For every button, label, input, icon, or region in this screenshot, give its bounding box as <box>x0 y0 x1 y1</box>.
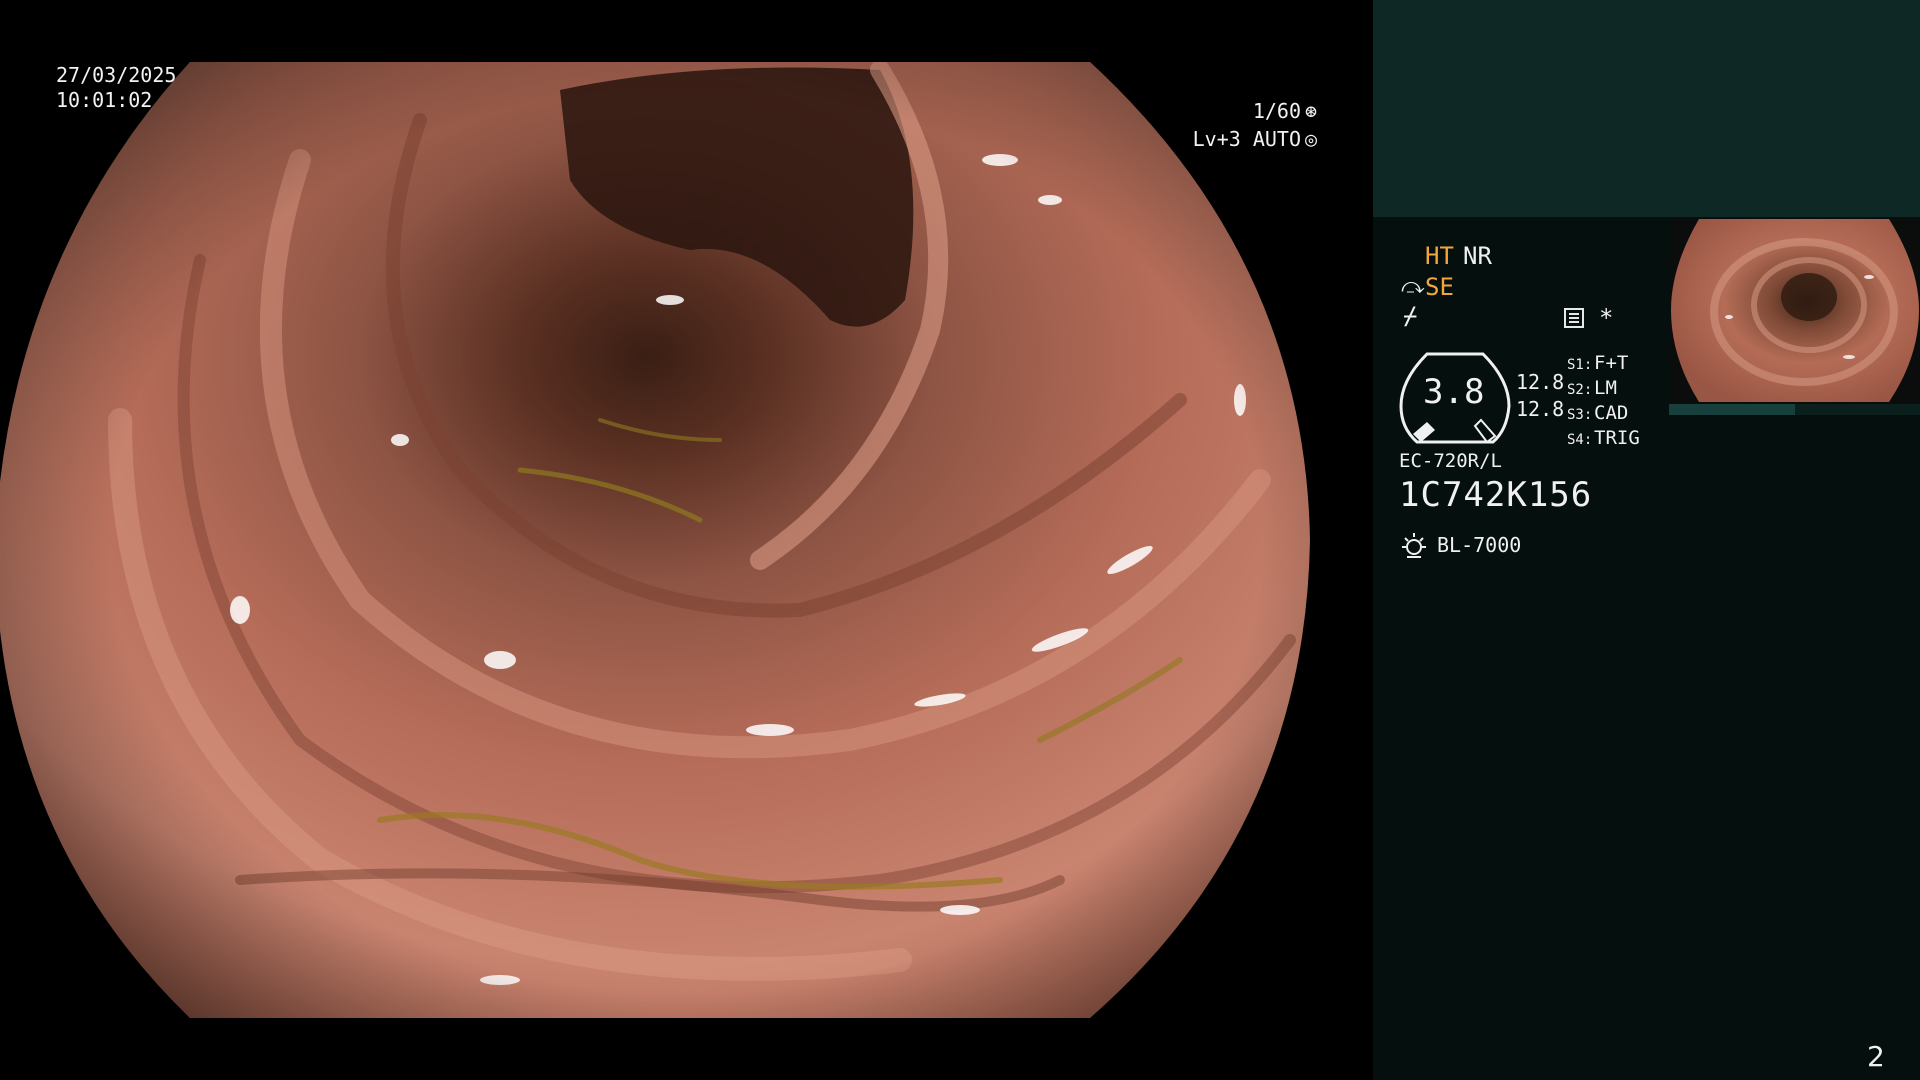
scope-model: EC-720R/L <box>1399 450 1502 472</box>
switch-3-key: S3: <box>1567 407 1593 423</box>
switch-1-key: S1: <box>1567 357 1593 373</box>
exam-time: 10:01:02 <box>56 88 153 112</box>
page-number: 2 <box>1867 1040 1885 1073</box>
gauge-reading-a: 12.8 <box>1516 370 1565 394</box>
endoscopy-screen: 27/03/2025 10:01:02 1/60 ⊛ Lv+3 AUTO ◎ H… <box>0 0 1920 1080</box>
shutter-speed-value: 1/60 <box>1252 99 1301 123</box>
switch-2-key: S2: <box>1567 382 1593 398</box>
info-panel: HT NR ⤼ SE ⌿ * 3.8 12.8 12.8 S1: F+T S2:… <box>1373 0 1920 1080</box>
thumbnail-status-accent <box>1669 404 1795 415</box>
asterisk-indicator: * <box>1599 304 1614 332</box>
brightness-level: Lv+3 AUTO ◎ <box>1193 127 1321 151</box>
structure-enhance-label: SE <box>1425 273 1454 301</box>
thumbnail-image <box>1671 219 1919 402</box>
shutter-speed: 1/60 ⊛ <box>1253 99 1321 123</box>
scope-serial-number: 1C742K156 <box>1399 475 1593 515</box>
panel-header-area <box>1373 0 1920 217</box>
captured-image-thumbnail[interactable] <box>1669 217 1920 415</box>
switch-1-value: F+T <box>1594 352 1629 374</box>
switch-2-value: LM <box>1594 377 1617 399</box>
noise-reduction-label: NR <box>1463 242 1492 270</box>
gauge-value: 3.8 <box>1423 372 1485 412</box>
switch-4-value: TRIG <box>1594 427 1640 449</box>
endoscopic-image <box>0 62 1310 1018</box>
endoscope-view: 27/03/2025 10:01:02 1/60 ⊛ Lv+3 AUTO ◎ <box>0 0 1373 1080</box>
light-source-model: BL-7000 <box>1437 533 1522 557</box>
gauge-reading-b: 12.8 <box>1516 397 1565 421</box>
hdtv-mode-label: HT <box>1425 242 1454 270</box>
switch-4-key: S4: <box>1567 432 1593 448</box>
shutter-icon: ⊛ <box>1304 99 1318 123</box>
thumbnail-status-bar <box>1669 404 1920 415</box>
brightness-level-value: Lv+3 AUTO <box>1192 127 1301 151</box>
menu-icon <box>1564 308 1584 328</box>
iris-icon: ◎ <box>1304 127 1318 151</box>
structure-enhance-icon: ⤼ <box>1401 274 1425 299</box>
freeze-mode-icon: ⌿ <box>1403 302 1418 330</box>
light-source-icon <box>1402 533 1426 558</box>
exam-date: 27/03/2025 <box>56 63 177 87</box>
switch-3-value: CAD <box>1594 402 1629 424</box>
